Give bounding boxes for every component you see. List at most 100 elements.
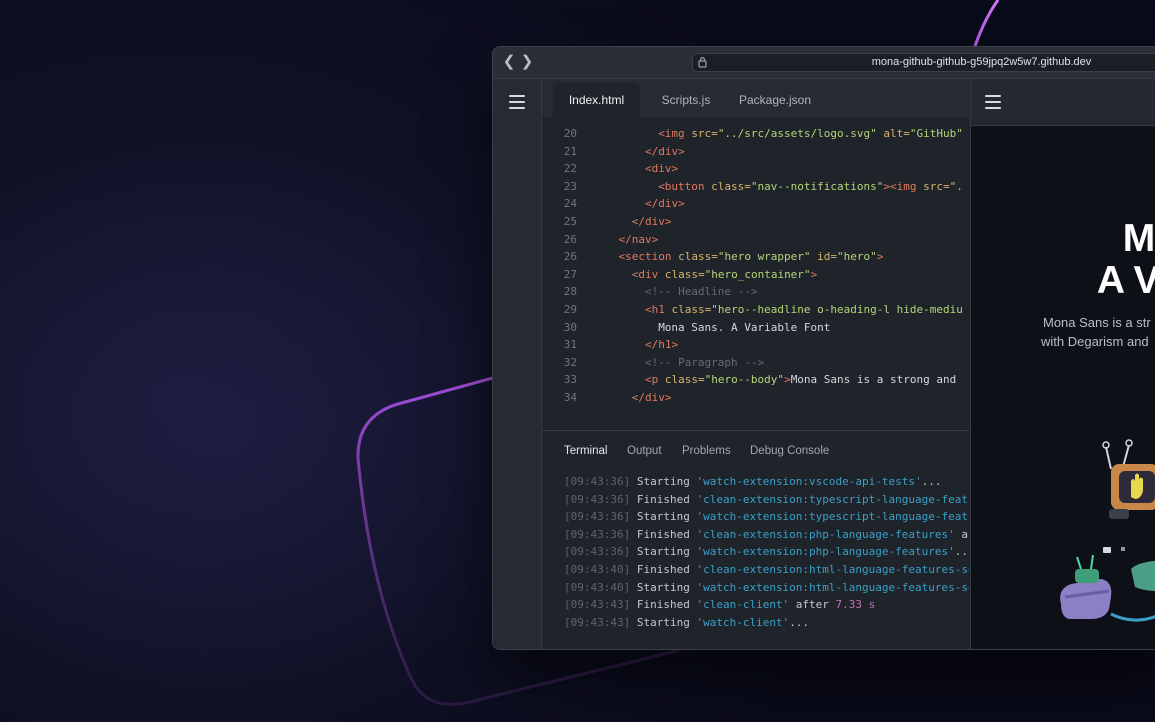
terminal-duration: 7.33 s: [835, 598, 876, 612]
terminal-verb: Finished: [636, 492, 690, 506]
terminal-verb: Starting: [636, 615, 690, 629]
code-token: "nav--notifications": [750, 179, 884, 193]
code-token: class=: [664, 373, 705, 387]
code-token: <button: [658, 179, 712, 193]
terminal-suffix: ...: [789, 615, 810, 629]
terminal-line: [09:43:43] Finished 'clean-client' after…: [564, 598, 875, 616]
line-number: 22: [563, 162, 577, 176]
line-number: 20: [563, 127, 577, 140]
terminal-task: 'watch-extension:vscode-api-tests': [696, 475, 922, 488]
terminal-timestamp: [09:43:40]: [564, 563, 631, 576]
tab-debug-console[interactable]: Debug Console: [750, 445, 829, 457]
line-number: 24: [563, 197, 577, 211]
code-text: </div>: [632, 215, 672, 228]
line-number: 31: [563, 338, 577, 352]
tab-package-json[interactable]: Package.json: [730, 83, 820, 117]
code-text: </div>: [645, 197, 685, 210]
browser-window: ❮ ❯ mona-github-github-g59jpq2w5w7.githu…: [492, 46, 1155, 650]
editor-tabs: Index.html Scripts.js Package.json: [542, 79, 969, 117]
line-number: 23: [563, 179, 577, 193]
terminal-verb: Starting: [636, 545, 690, 559]
code-token: </div>: [644, 144, 685, 158]
tab-index-html[interactable]: Index.html: [553, 83, 640, 117]
terminal-line: [09:43:36] Starting 'watch-extension:php…: [564, 545, 969, 563]
terminal-task: 'watch-client': [696, 615, 790, 629]
terminal-task: 'clean-extension:html-language-features-…: [696, 563, 969, 576]
code-text: <img src="../src/assets/logo.svg" alt="G…: [658, 127, 963, 140]
code-text: </div>: [645, 145, 685, 158]
hero-headline-line2: A Va: [1096, 259, 1155, 302]
code-token: "hero_container": [704, 267, 811, 281]
terminal-timestamp: [09:43:43]: [564, 615, 631, 629]
line-number: 33: [563, 373, 577, 387]
tab-scripts-js[interactable]: Scripts.js: [646, 83, 726, 117]
url-text: mona-github-github-g59jpq2w5w7.github.de…: [871, 56, 1092, 68]
hero-body-line1: Mona Sans is a str: [1043, 315, 1151, 330]
code-token: class=: [664, 267, 705, 281]
terminal-output[interactable]: [09:43:36] Starting 'watch-extension:vsc…: [564, 475, 969, 645]
code-text: <p class="hero--body">Mona Sans is a str…: [645, 373, 956, 386]
terminal-line: [09:43:43] Starting 'watch-client'...: [564, 616, 809, 634]
code-token: <!-- Paragraph -->: [644, 355, 765, 369]
terminal-verb: Finished: [636, 527, 690, 541]
code-token: class=: [711, 179, 751, 193]
code-token: "hero--headline o-heading-l hide-mediu: [711, 303, 963, 316]
code-token: <p: [644, 373, 665, 387]
code-token: "hero": [837, 250, 877, 264]
terminal-timestamp: [09:43:43]: [564, 598, 631, 612]
mascot-illustration: [1060, 439, 1155, 622]
code-token: Mona Sans is a strong and: [790, 373, 957, 387]
terminal-task: 'watch-extension:typescript-language-fea…: [696, 510, 969, 524]
code-token: <div: [631, 267, 665, 281]
terminal-task: 'watch-extension:html-language-features-…: [696, 580, 969, 594]
menu-icon[interactable]: [509, 95, 525, 109]
code-token: </div>: [631, 215, 672, 228]
terminal-suffix: ...: [954, 545, 969, 559]
code-token: </div>: [631, 391, 672, 404]
forward-icon[interactable]: ❯: [520, 54, 534, 70]
tab-output[interactable]: Output: [627, 445, 662, 457]
terminal-line: [09:43:40] Starting 'watch-extension:htm…: [564, 581, 969, 599]
code-text: </nav>: [618, 233, 658, 246]
line-number: 34: [563, 391, 577, 404]
code-area[interactable]: 20 <img src="../src/assets/logo.svg" alt=…: [542, 127, 969, 425]
code-editor: Index.html Scripts.js Package.json 20 <im…: [542, 79, 969, 649]
live-preview: Mo A Va Mona Sans is a str with Degarism…: [970, 79, 1155, 649]
code-token: </nav>: [618, 232, 659, 246]
code-token: <h1: [644, 303, 672, 316]
line-number: 26: [563, 250, 577, 264]
terminal-timestamp: [09:43:36]: [564, 492, 631, 506]
address-bar[interactable]: mona-github-github-g59jpq2w5w7.github.de…: [692, 53, 1155, 72]
preview-menu-icon[interactable]: [985, 95, 1001, 109]
code-token: "hero wrapper": [717, 250, 811, 264]
code-token: </div>: [644, 197, 685, 211]
line-number: 30: [563, 320, 577, 334]
code-token: ".: [949, 179, 963, 193]
terminal-task: 'clean-extension:typescript-language-fea…: [696, 492, 969, 506]
terminal-suffix: ...: [921, 475, 942, 488]
code-text: <!-- Paragraph -->: [645, 356, 764, 369]
terminal-line: [09:43:36] Finished 'clean-extension:typ…: [564, 493, 969, 511]
code-text: <button class="nav--notifications"><img …: [658, 180, 963, 193]
code-token: </h1>: [644, 338, 679, 352]
browser-titlebar: ❮ ❯ mona-github-github-g59jpq2w5w7.githu…: [493, 47, 1155, 79]
terminal-verb: Finished: [636, 598, 690, 612]
line-number: 29: [563, 303, 577, 316]
line-number: 21: [563, 144, 577, 158]
tab-terminal[interactable]: Terminal: [564, 445, 607, 457]
back-icon[interactable]: ❮: [502, 54, 516, 70]
terminal-task: 'clean-extension:php-language-features': [696, 527, 955, 541]
code-text: <section class="hero wrapper" id="hero">: [618, 250, 883, 263]
code-token: <div>: [644, 162, 679, 176]
activity-sidebar: [493, 79, 542, 649]
tab-problems[interactable]: Problems: [682, 445, 731, 457]
code-text: <!-- Headline -->: [645, 285, 758, 298]
code-token: Mona Sans. A Variable Font: [658, 320, 831, 334]
code-token: id=: [810, 250, 838, 264]
preview-header: [971, 79, 1155, 126]
code-token: "../src/assets/logo.svg": [717, 127, 877, 140]
terminal-verb: Starting: [636, 580, 690, 594]
terminal-line: [09:43:36] Finished 'clean-extension:php…: [564, 528, 969, 546]
hero-body-line2: with Degarism and: [1041, 334, 1149, 349]
code-token: >: [876, 250, 884, 264]
